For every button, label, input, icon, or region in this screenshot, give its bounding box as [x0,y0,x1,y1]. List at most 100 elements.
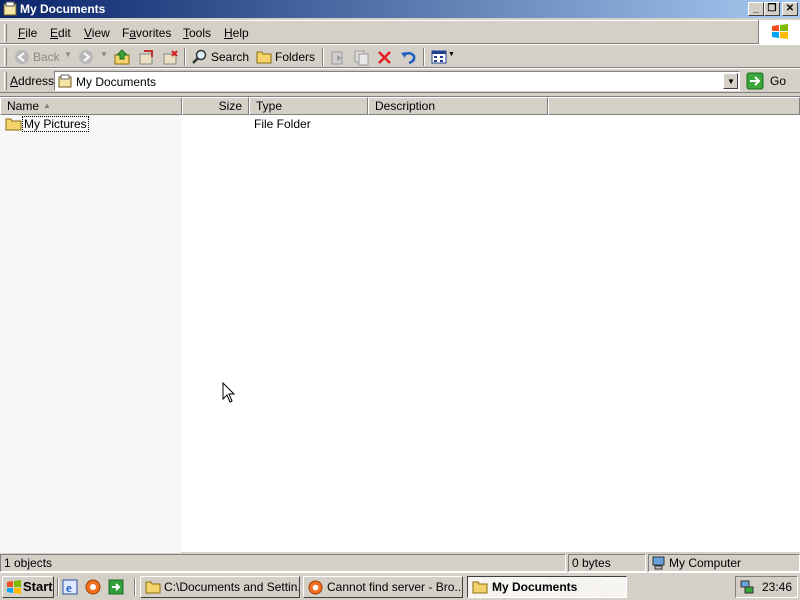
restore-icon: ❐ [767,3,777,14]
my-computer-icon [652,556,665,570]
back-arrow-icon [15,50,29,64]
taskbar-separator [134,578,136,596]
task-label: C:\Documents and Settin... [164,580,300,594]
taskbar-button-my-documents[interactable]: My Documents [467,576,627,598]
row-name[interactable]: My Pictures [22,116,89,132]
restore-button[interactable]: ❐ [764,2,780,16]
move-to-icon[interactable] [138,49,155,66]
address-value: My Documents [76,75,157,89]
delete-icon[interactable] [377,50,392,65]
up-folder-icon[interactable] [114,49,131,66]
system-tray: 23:46 [735,576,798,598]
task-label: My Documents [492,580,578,594]
network-icon[interactable] [739,579,755,595]
table-row[interactable]: My Pictures File Folder [0,116,400,132]
search-label: Search [211,50,250,64]
standard-toolbar: Back ▼ ▼ Search Folders ▼ [0,44,800,68]
forward-dropdown-icon[interactable]: ▼ [100,50,108,59]
toolbar-separator [184,48,186,66]
go-label: Go [770,74,787,88]
sort-ascending-icon: ▲ [43,101,51,110]
quicklaunch-separator [57,578,59,596]
folders-label: Folders [275,50,316,64]
undo-icon[interactable] [400,49,417,66]
column-header-name-label: Name [7,99,40,113]
column-header-name[interactable]: Name ▲ [0,97,182,115]
address-label: Address [10,74,54,88]
close-icon: ✕ [785,3,795,14]
menu-edit[interactable]: Edit [50,25,71,41]
row-type: File Folder [254,117,311,131]
forward-arrow-icon [79,50,93,64]
search-icon [192,49,207,64]
column-header-size[interactable]: Size [182,97,249,115]
folder-icon [145,581,161,594]
my-documents-icon [3,1,17,16]
sorted-column-shading [0,115,181,553]
window-title: My Documents [20,2,106,16]
show-desktop-icon[interactable] [108,579,124,595]
minimize-button[interactable]: _ [748,2,764,16]
windows-flag-icon [772,24,788,39]
copy-to-icon[interactable] [162,49,179,66]
status-bar: 1 objects 0 bytes My Computer [0,553,800,572]
folders-button[interactable]: Folders [254,47,316,67]
menu-grip[interactable] [4,24,7,42]
address-bar: Address My Documents ▼ Go [0,68,800,93]
status-size: 0 bytes [568,554,646,572]
address-accel: A [10,74,19,88]
taskbar-button-browser[interactable]: Cannot find server - Bro... [303,576,463,598]
taskbar: Start e C:\Documents and Settin... Canno… [0,572,800,600]
mouse-cursor-icon [222,382,236,403]
views-button[interactable]: ▼ [430,48,456,66]
menu-favorites[interactable]: Favorites [122,25,171,41]
back-label: Back [33,50,60,64]
move-icon[interactable] [329,49,346,66]
title-bar[interactable]: My Documents _ ❐ ✕ [0,0,800,18]
menu-help[interactable]: Help [224,25,249,41]
column-header-description[interactable]: Description [368,97,548,115]
windows-flag-icon [7,580,21,594]
close-button[interactable]: ✕ [782,2,798,16]
ie-quicklaunch-icon[interactable]: e [62,579,78,595]
folder-icon [472,581,488,594]
start-button[interactable]: Start [2,576,54,598]
address-input[interactable]: My Documents ▼ [54,71,740,91]
column-header-blank [548,97,800,115]
copy-icon[interactable] [353,49,370,66]
toolbar-separator [423,48,425,66]
address-dropdown-button[interactable]: ▼ [723,73,738,89]
status-zone-label: My Computer [669,556,742,570]
browser-icon [308,580,323,595]
views-icon [431,50,447,64]
status-zone: My Computer [648,554,800,572]
menu-file[interactable]: File [18,25,37,41]
column-header-type[interactable]: Type [249,97,368,115]
toolbar-separator [322,48,324,66]
file-list[interactable]: Name ▲ Size Type Description My Pictures… [0,96,800,553]
views-dropdown-icon: ▼ [448,51,455,58]
status-objects: 1 objects [0,554,566,572]
menu-view[interactable]: View [84,25,110,41]
chevron-down-icon: ▼ [727,77,735,86]
clock[interactable]: 23:46 [762,580,792,594]
menu-tools[interactable]: Tools [183,25,211,41]
start-label: Start [23,579,53,594]
back-dropdown-icon[interactable]: ▼ [64,50,72,59]
windows-logo [758,20,800,44]
back-button[interactable]: Back ▼ [12,47,72,67]
task-label: Cannot find server - Bro... [327,580,463,594]
browser-quicklaunch-icon[interactable] [85,579,101,595]
folder-icon [256,51,272,64]
go-button[interactable]: Go [744,70,796,92]
minimize-icon: _ [753,3,759,14]
toolbar-grip[interactable] [4,48,7,66]
forward-button[interactable]: ▼ [76,47,110,67]
taskbar-button-documents-and-settings[interactable]: C:\Documents and Settin... [140,576,300,598]
my-documents-icon [58,74,72,88]
svg-text:e: e [66,580,72,595]
address-label-rest: ddress [18,74,55,88]
address-grip[interactable] [4,72,7,90]
search-button[interactable]: Search [190,47,250,67]
go-arrow-icon [746,72,764,90]
